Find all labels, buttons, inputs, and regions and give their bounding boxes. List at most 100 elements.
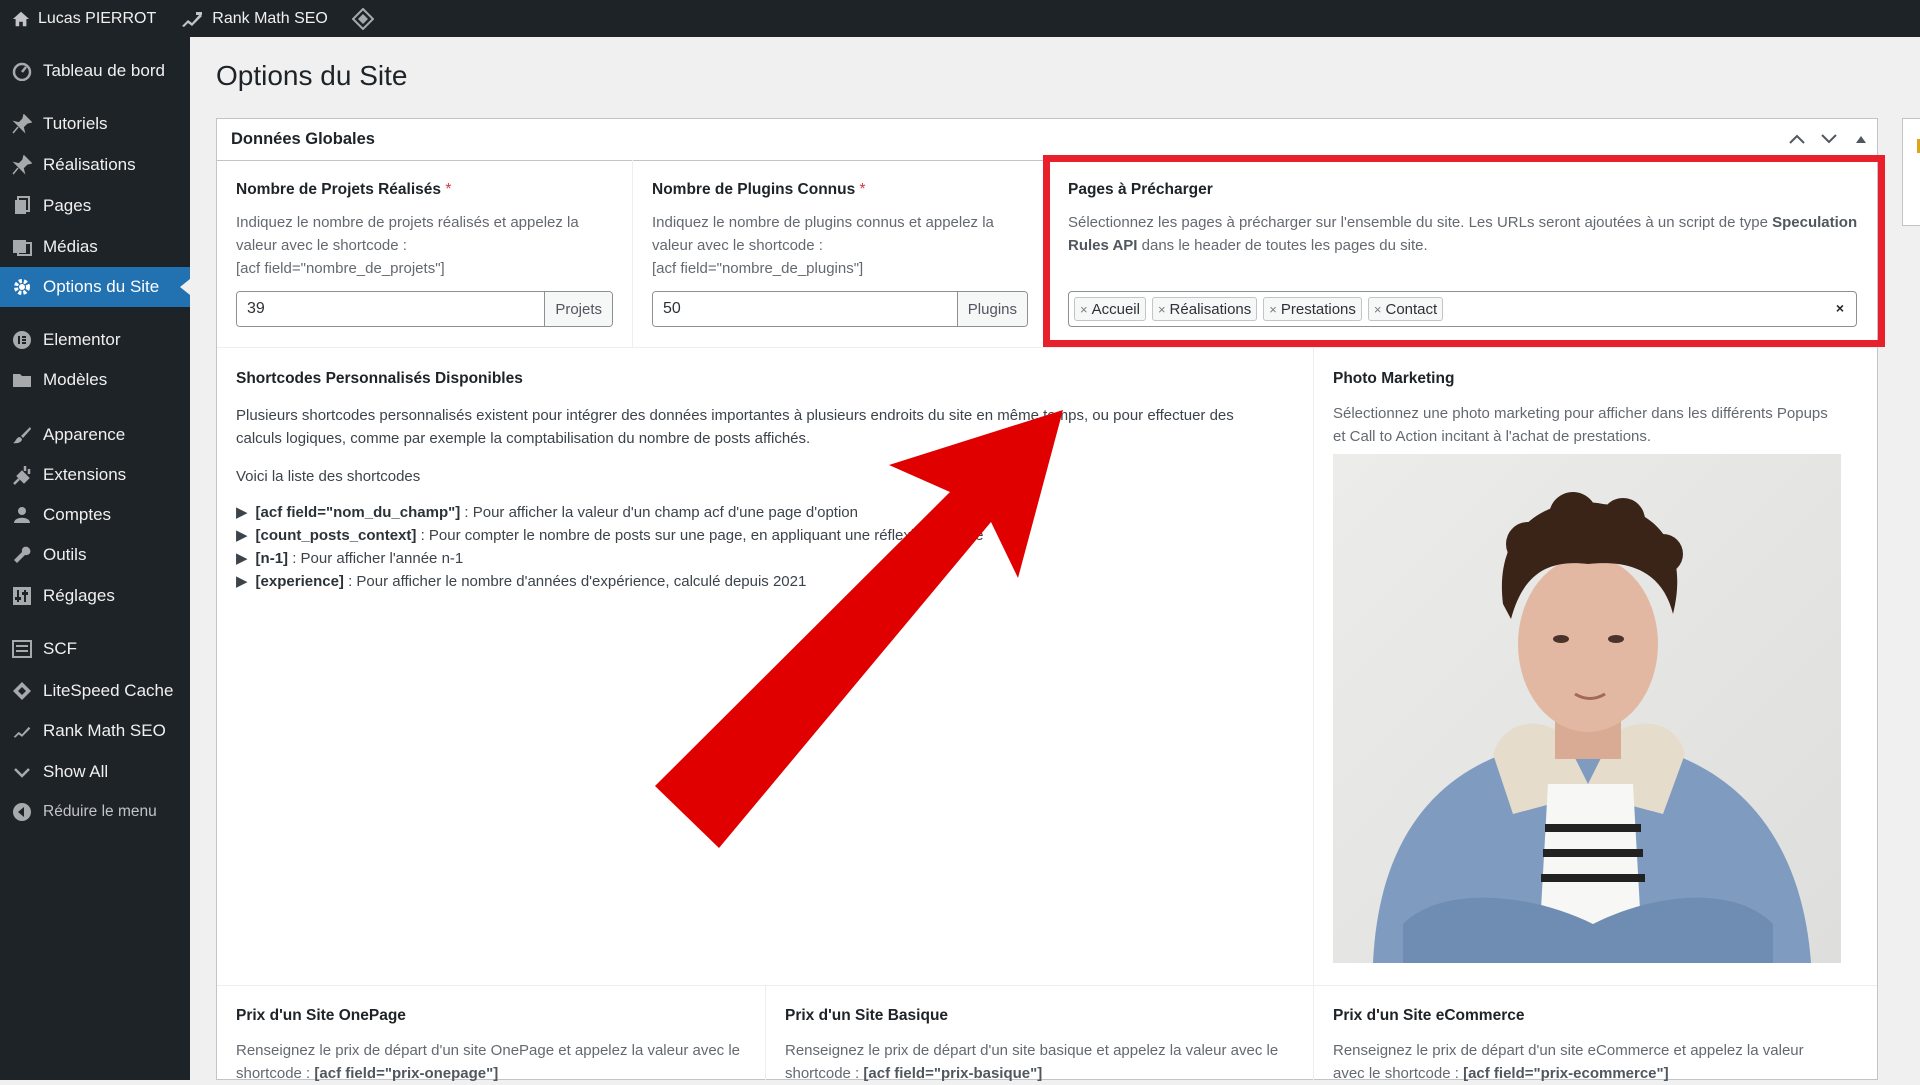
sidebar-item-rankmath[interactable]: Rank Math SEO — [0, 711, 190, 751]
desc-line: valeur avec le shortcode : — [236, 237, 407, 254]
side-panel-tab[interactable] — [1902, 118, 1920, 226]
field-label: Prix d'un Site Basique — [785, 1007, 949, 1024]
chevron-down-icon — [12, 762, 32, 782]
sidebar-item-outils[interactable]: Outils — [0, 535, 190, 575]
shortcode-code: [acf field="prix-ecommerce"] — [1463, 1065, 1669, 1082]
sidebar-item-scf[interactable]: SCF — [0, 629, 190, 669]
plugin-icon — [12, 465, 32, 485]
rankmath-icon — [12, 721, 32, 741]
row-divider — [217, 347, 1877, 348]
field-label: Photo Marketing — [1333, 370, 1455, 387]
field-photo-marketing: Photo Marketing Sélectionnez une photo m… — [1333, 370, 1873, 448]
list-item: ▶ [acf field="nom_du_champ"] : Pour affic… — [236, 501, 1296, 524]
sidebar-item-dashboard[interactable]: Tableau de bord — [0, 51, 190, 91]
desc-line: Sélectionnez une photo marketing pour af… — [1333, 405, 1828, 422]
sidebar-item-reglages[interactable]: Réglages — [0, 576, 190, 616]
desc-line: Indiquez le nombre de projets réalisés e… — [236, 214, 579, 231]
shortcode-text: [acf field="nombre_de_plugins"] — [652, 260, 864, 277]
triangle-bullet-icon: ▶ — [236, 550, 248, 567]
page-title: Options du Site — [216, 60, 408, 91]
site-name: Lucas PIERROT — [38, 9, 157, 27]
chevron-down-icon[interactable] — [1819, 127, 1839, 151]
sidebar-item-elementor[interactable]: Elementor — [0, 320, 190, 360]
desc-line: valeur avec le shortcode : — [652, 237, 823, 254]
plugins-number-input[interactable]: 50 Plugins — [652, 291, 1028, 327]
field-label: Prix d'un Site OnePage — [236, 1007, 406, 1024]
shortcodes-intro: Plusieurs shortcodes personnalisés exist… — [236, 404, 1296, 488]
field-label: Nombre de Projets Réalisés — [236, 181, 442, 198]
wrench-icon — [12, 545, 32, 565]
required-marker: * — [859, 181, 866, 198]
field-price-basique: Prix d'un Site Basique Renseignez le pri… — [785, 1007, 1305, 1085]
plugins-append-label: Plugins — [956, 292, 1027, 326]
sidebar-item-show-all[interactable]: Show All — [0, 752, 190, 792]
sidebar-item-label: Comptes — [43, 505, 112, 524]
sidebar-item-label: Show All — [43, 762, 109, 781]
pages-icon — [12, 196, 32, 216]
sidebar-item-tutoriels[interactable]: Tutoriels — [0, 104, 190, 144]
triangle-bullet-icon: ▶ — [236, 504, 248, 521]
shortcode-text: : Pour afficher la valeur d'un champ acf… — [460, 504, 858, 521]
shortcode-text: : Pour compter le nombre de posts sur un… — [416, 527, 984, 544]
sidebar-item-label: SCF — [43, 639, 77, 658]
field-description: Renseignez le prix de départ d'un site e… — [1333, 1039, 1873, 1085]
scf-icon — [12, 639, 32, 659]
field-projects: Nombre de Projets Réalisés * Indiquez le… — [236, 181, 616, 280]
triangle-bullet-icon: ▶ — [236, 573, 248, 590]
desc-text: shortcode : — [236, 1065, 315, 1082]
settings-icon — [12, 586, 32, 606]
sidebar-item-label: Modèles — [43, 370, 108, 389]
shortcode-text: : Pour afficher le nombre d'années d'exp… — [343, 573, 807, 590]
list-item: ▶ [experience] : Pour afficher le nombre … — [236, 570, 1296, 593]
sidebar-item-label: Pages — [43, 196, 92, 215]
sidebar-item-extensions[interactable]: Extensions — [0, 455, 190, 495]
column-divider — [1313, 985, 1314, 1080]
triangle-bullet-icon: ▶ — [236, 527, 248, 544]
site-name-link[interactable]: Lucas PIERROT — [0, 0, 168, 37]
sidebar-item-options-du-site[interactable]: Options du Site — [0, 267, 190, 307]
sidebar-item-label: Elementor — [43, 330, 121, 349]
collapse-menu-button[interactable]: Réduire le menu — [0, 792, 190, 832]
sidebar-item-comptes[interactable]: Comptes — [0, 495, 190, 535]
rankmath-adminbar-link[interactable]: Rank Math SEO — [168, 0, 340, 37]
sidebar-item-label: Tableau de bord — [43, 61, 165, 80]
litespeed-adminbar-link[interactable] — [340, 0, 386, 37]
desc-line: Plusieurs shortcodes personnalisés exist… — [236, 407, 1234, 424]
projects-value[interactable]: 39 — [237, 292, 545, 326]
red-highlight-box — [1043, 155, 1885, 347]
rankmath-icon — [180, 10, 204, 28]
rankmath-label: Rank Math SEO — [212, 9, 328, 27]
sidebar-item-label: Apparence — [43, 425, 126, 444]
sidebar-item-realisations[interactable]: Réalisations — [0, 145, 190, 185]
collapse-panel-icon[interactable] — [1851, 127, 1871, 151]
chevron-up-icon[interactable] — [1787, 127, 1807, 151]
projects-number-input[interactable]: 39 Projets — [236, 291, 613, 327]
shortcode-code: [acf field="nom_du_champ"] — [255, 504, 461, 521]
desc-line: et Call to Action incitant à l'achat de … — [1333, 428, 1652, 445]
sidebar-item-label: Médias — [43, 237, 98, 256]
shortcode-code: [n-1] — [255, 550, 289, 567]
sidebar-item-label: Réduire le menu — [43, 803, 157, 820]
sidebar-item-label: Outils — [43, 545, 87, 564]
pin-icon — [12, 114, 32, 134]
pin-icon — [12, 155, 32, 175]
required-marker: * — [445, 181, 452, 198]
sidebar-item-label: LiteSpeed Cache — [43, 681, 174, 700]
shortcode-code: [acf field="prix-onepage"] — [314, 1065, 499, 1082]
sidebar-item-modeles[interactable]: Modèles — [0, 360, 190, 400]
list-item: ▶ [n-1] : Pour afficher l'année n-1 — [236, 547, 1296, 570]
field-label: Nombre de Plugins Connus — [652, 181, 856, 198]
field-description: Sélectionnez une photo marketing pour af… — [1333, 402, 1873, 448]
sidebar-item-pages[interactable]: Pages — [0, 186, 190, 226]
marketing-photo[interactable] — [1333, 454, 1841, 963]
sidebar-item-apparence[interactable]: Apparence — [0, 415, 190, 455]
plugins-value[interactable]: 50 — [653, 292, 957, 326]
projects-append-label: Projets — [544, 292, 612, 326]
column-divider — [1313, 347, 1314, 1080]
sidebar-item-medias[interactable]: Médias — [0, 227, 190, 267]
admin-sidebar: Tableau de bord Tutoriels Réalisations P… — [0, 37, 190, 1080]
brush-icon — [12, 425, 32, 445]
elementor-icon — [12, 330, 32, 350]
desc-line: calculs logiques, comme par exemple la c… — [236, 430, 811, 447]
sidebar-item-litespeed[interactable]: LiteSpeed Cache — [0, 671, 190, 711]
